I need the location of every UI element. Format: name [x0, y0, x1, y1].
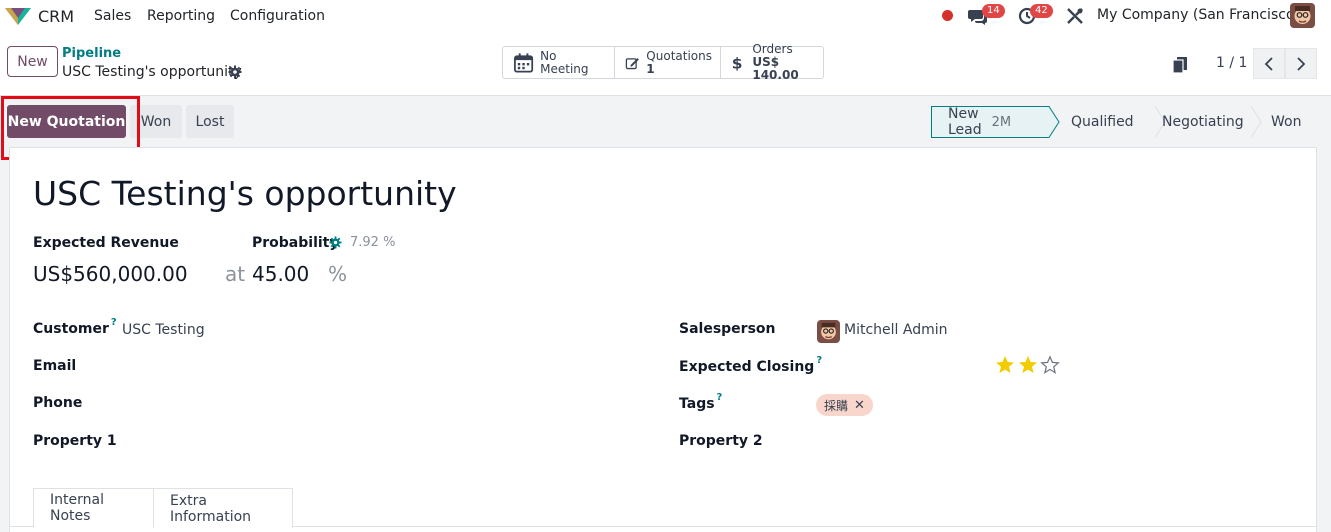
top-navbar: CRM Sales Reporting Configuration 14 42 …	[0, 0, 1331, 32]
messages-badge: 14	[982, 4, 1005, 18]
crm-app-icon[interactable]	[5, 6, 31, 26]
pager-previous-button[interactable]	[1253, 48, 1285, 79]
quotations-count: 1	[646, 61, 655, 76]
priority-star-3-icon[interactable]	[1040, 355, 1060, 375]
user-avatar[interactable]	[1290, 3, 1315, 28]
expected-revenue-value[interactable]: US$560,000.00	[33, 262, 188, 286]
property2-label: Property 2	[679, 433, 763, 449]
customer-label: Customer?	[33, 317, 117, 337]
pager-value[interactable]: 1 / 1	[1216, 55, 1247, 71]
form-sheet: USC Testing's opportunity Expected Reven…	[9, 147, 1317, 532]
percent-label: %	[328, 262, 348, 286]
meeting-smart-button[interactable]: No Meeting	[503, 47, 615, 78]
edit-icon	[625, 57, 639, 69]
expected-closing-label: Expected Closing?	[679, 355, 822, 375]
probability-value[interactable]: 45.00	[252, 262, 309, 286]
breadcrumb-pipeline[interactable]: Pipeline	[62, 46, 121, 61]
email-label: Email	[33, 358, 77, 374]
help-tooltip-icon[interactable]: ?	[816, 355, 822, 366]
orders-smart-button[interactable]: $ Orders US$ 140.00	[721, 43, 823, 82]
control-panel: New Pipeline USC Testing's opportunity N…	[0, 32, 1331, 96]
new-record-button[interactable]: New	[7, 46, 58, 77]
mark-lost-button[interactable]: Lost	[186, 105, 234, 138]
tags-label-text: Tags	[679, 396, 715, 412]
gear-icon[interactable]	[329, 236, 342, 249]
menu-configuration[interactable]: Configuration	[230, 8, 325, 24]
copy-records-icon[interactable]	[1172, 56, 1188, 74]
smart-buttons: No Meeting Quotations 1 $ Orders US$ 140…	[502, 43, 824, 82]
calendar-icon	[514, 52, 534, 73]
pager-next-button[interactable]	[1285, 48, 1317, 79]
gear-icon[interactable]	[228, 65, 242, 79]
expected-revenue-label: Expected Revenue	[33, 235, 179, 251]
app-name[interactable]: CRM	[38, 7, 74, 26]
help-tooltip-icon[interactable]: ?	[717, 392, 723, 403]
meeting-label: No Meeting	[540, 48, 589, 76]
menu-reporting[interactable]: Reporting	[147, 8, 215, 24]
tag-label: 採購	[824, 398, 849, 413]
breadcrumb-current: USC Testing's opportunity	[62, 64, 242, 80]
salesperson-label: Salesperson	[679, 321, 776, 337]
stage-qualified[interactable]: Qualified	[1071, 106, 1134, 138]
stage-new-lead[interactable]: New Lead 2M	[948, 106, 1011, 138]
tools-icon[interactable]	[1066, 7, 1084, 25]
menu-sales[interactable]: Sales	[94, 8, 131, 24]
opportunity-title[interactable]: USC Testing's opportunity	[33, 174, 457, 213]
remove-tag-icon[interactable]: ✕	[854, 398, 865, 413]
priority-star-1-icon[interactable]	[995, 355, 1015, 375]
activities-badge: 42	[1030, 4, 1053, 18]
tags-label: Tags?	[679, 392, 722, 412]
stage-new-lead-label: New Lead	[948, 106, 982, 138]
automated-probability: 7.92 %	[350, 235, 396, 250]
phone-label: Phone	[33, 395, 83, 411]
help-tooltip-icon[interactable]: ?	[111, 317, 117, 328]
dollar-icon: $	[732, 54, 743, 72]
property1-label: Property 1	[33, 433, 117, 449]
customer-field[interactable]: USC Testing	[122, 322, 205, 338]
probability-label: Probability	[252, 235, 339, 251]
priority-star-2-icon[interactable]	[1018, 355, 1038, 375]
status-dot-icon[interactable]	[942, 10, 953, 21]
tag-badge[interactable]: 採購 ✕	[816, 394, 873, 416]
stage-won[interactable]: Won	[1271, 106, 1301, 138]
customer-label-text: Customer	[33, 321, 109, 337]
stage-negotiating[interactable]: Negotiating	[1162, 106, 1244, 138]
chevron-left-icon	[1264, 56, 1273, 71]
svg-text:$: $	[732, 54, 743, 72]
chevron-right-icon	[1297, 56, 1306, 71]
salesperson-avatar	[817, 320, 840, 343]
stage-duration: 2M	[991, 114, 1012, 130]
salesperson-field[interactable]: Mitchell Admin	[844, 322, 948, 338]
orders-amount: US$ 140.00	[752, 55, 799, 82]
quotations-label: Quotations	[646, 48, 712, 63]
company-switcher[interactable]: My Company (San Francisco)	[1097, 7, 1300, 23]
tab-extra-information[interactable]: Extra Information	[154, 488, 293, 528]
quotations-smart-button[interactable]: Quotations 1	[615, 47, 721, 78]
expected-closing-label-text: Expected Closing	[679, 359, 815, 375]
at-label: at	[225, 262, 246, 286]
tab-internal-notes[interactable]: Internal Notes	[33, 488, 154, 528]
